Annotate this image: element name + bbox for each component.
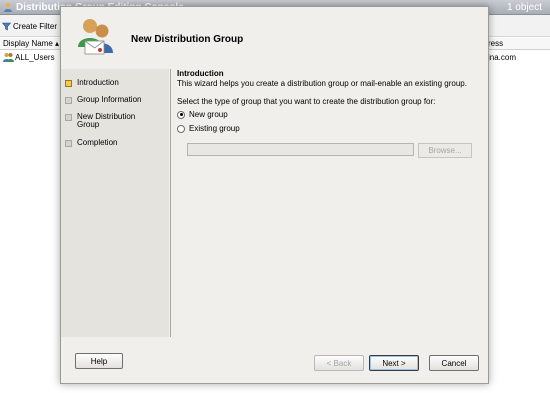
nav-step-label: Completion: [77, 138, 118, 147]
back-button[interactable]: < Back: [314, 355, 364, 371]
wizard-title: New Distribution Group: [131, 34, 244, 45]
help-button[interactable]: Help: [75, 353, 123, 369]
nav-step-label: Introduction: [77, 78, 119, 87]
nav-step-label: New Distribution Group: [77, 112, 136, 129]
browse-button[interactable]: Browse...: [418, 143, 472, 158]
create-filter-label: Create Filter: [13, 21, 58, 31]
nav-step-introduction[interactable]: Introduction: [65, 79, 119, 87]
table-row-address: ina.com: [488, 53, 517, 62]
new-distribution-group-wizard: New Distribution Group Introduction Grou…: [60, 6, 489, 384]
create-filter-button[interactable]: Create Filter: [2, 19, 57, 33]
nav-step-group-information[interactable]: Group Information: [65, 96, 141, 104]
next-button[interactable]: Next >: [369, 355, 419, 371]
filter-icon: [2, 22, 11, 30]
radio-selected-icon[interactable]: [177, 110, 185, 119]
console-app-icon: [4, 2, 12, 12]
table-row-display-name[interactable]: ALL_Users: [15, 53, 55, 62]
nav-divider: [170, 69, 171, 337]
column-header-display-name[interactable]: Display Name ▴: [3, 39, 59, 48]
cancel-button[interactable]: Cancel: [429, 355, 479, 371]
content-heading: Introduction: [177, 69, 224, 78]
new-group-label: New group: [189, 110, 228, 119]
radio-unselected-icon[interactable]: [177, 124, 185, 133]
wizard-step-nav: Introduction Group Information New Distr…: [61, 69, 169, 337]
step-current-icon: [65, 80, 72, 87]
column-header-address[interactable]: ress: [488, 39, 503, 48]
step-pending-icon: [65, 140, 72, 147]
new-group-radio[interactable]: New group: [177, 110, 228, 119]
group-type-prompt: Select the type of group that you want t…: [177, 97, 436, 106]
existing-group-label: Existing group: [189, 124, 240, 133]
existing-group-radio[interactable]: Existing group: [177, 124, 240, 133]
distribution-group-icon: [78, 19, 113, 55]
step-pending-icon: [65, 97, 72, 104]
existing-group-input[interactable]: [187, 143, 414, 156]
nav-step-completion[interactable]: Completion: [65, 139, 117, 147]
group-icon: [3, 53, 14, 62]
nav-step-new-distribution-group[interactable]: New Distribution Group: [65, 113, 140, 129]
content-description: This wizard helps you create a distribut…: [177, 79, 467, 88]
object-count: 1 object: [506, 2, 542, 13]
step-pending-icon: [65, 114, 72, 121]
sort-arrow-icon: ▴: [55, 39, 60, 48]
nav-step-label: Group Information: [77, 95, 142, 104]
